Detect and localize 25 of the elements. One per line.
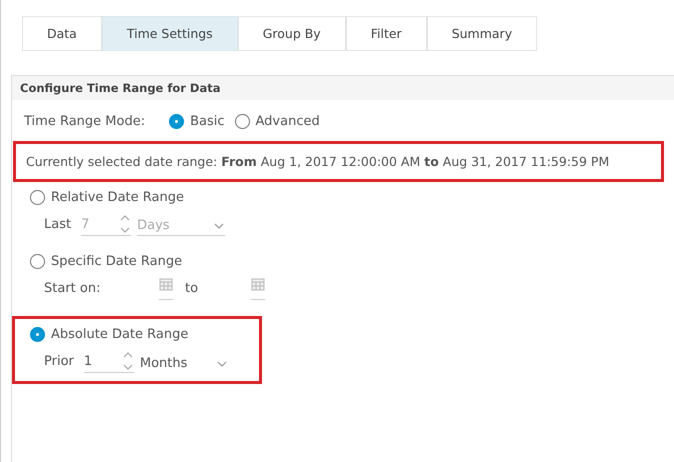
field-label: to — [185, 281, 200, 298]
spinner-arrows-icon — [119, 213, 132, 235]
mode-radio[interactable]: Advanced — [234, 114, 320, 129]
field-label: Start on: — [44, 281, 102, 298]
field-label: Prior — [44, 354, 74, 371]
chevron-down-icon — [213, 222, 226, 230]
tab[interactable]: Group By — [238, 16, 346, 51]
tab[interactable]: Time Settings — [102, 16, 238, 51]
mode-radio[interactable]: Basic — [169, 114, 225, 129]
panel-title: Configure Time Range for Data — [20, 81, 220, 95]
date-field[interactable] — [159, 277, 173, 300]
range-radio[interactable]: Specific Date Range — [30, 254, 255, 269]
tab[interactable]: Summary — [426, 16, 538, 51]
date-field[interactable] — [251, 277, 265, 300]
date-range-summary: Currently selected date range: From Aug 1, 2017 12:00:00 AM to Aug 31, 2017 11:59:59 PM — [13, 141, 664, 182]
chevron-down-icon — [216, 360, 228, 368]
range-radio[interactable]: Relative Date Range — [30, 190, 255, 205]
mode-label: Time Range Mode: — [24, 114, 146, 129]
field-label: Last — [44, 217, 72, 234]
number-spinner[interactable]: 1 — [84, 350, 134, 373]
tab[interactable]: Data — [22, 16, 102, 51]
unit-dropdown[interactable]: Months — [140, 356, 228, 373]
range-radio[interactable]: Absolute Date Range — [30, 327, 249, 342]
tab[interactable]: Filter — [346, 16, 427, 51]
spinner-arrows-icon — [122, 350, 134, 372]
